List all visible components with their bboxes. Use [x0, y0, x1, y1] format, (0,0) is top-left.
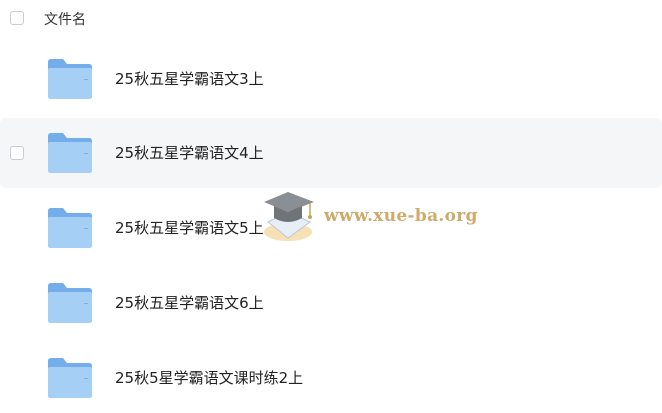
file-list-header: 文件名 [0, 0, 662, 38]
file-row[interactable]: 25秋5星学霸语文课时练2上 [0, 343, 662, 413]
folder-icon [48, 208, 92, 248]
folder-icon [48, 59, 92, 99]
file-name[interactable]: 25秋五星学霸语文5上 [115, 217, 264, 238]
column-header-filename[interactable]: 文件名 [44, 9, 86, 29]
folder-icon [48, 133, 92, 173]
row-checkbox[interactable] [10, 146, 24, 160]
folder-icon [48, 358, 92, 398]
graduation-cap-icon [264, 192, 314, 241]
file-name[interactable]: 25秋五星学霸语文4上 [115, 142, 264, 163]
folder-icon [48, 283, 92, 323]
file-name[interactable]: 25秋五星学霸语文3上 [115, 68, 264, 89]
file-row[interactable]: 25秋五星学霸语文4上 [0, 118, 662, 188]
file-name[interactable]: 25秋5星学霸语文课时练2上 [115, 367, 303, 388]
file-row[interactable]: 25秋五星学霸语文6上 [0, 268, 662, 338]
watermark-text: www.xue-ba.org [324, 206, 478, 226]
file-row[interactable]: 25秋五星学霸语文3上 [0, 44, 662, 114]
file-name[interactable]: 25秋五星学霸语文6上 [115, 292, 264, 313]
watermark: www.xue-ba.org [258, 188, 488, 248]
select-all-checkbox[interactable] [10, 11, 24, 25]
